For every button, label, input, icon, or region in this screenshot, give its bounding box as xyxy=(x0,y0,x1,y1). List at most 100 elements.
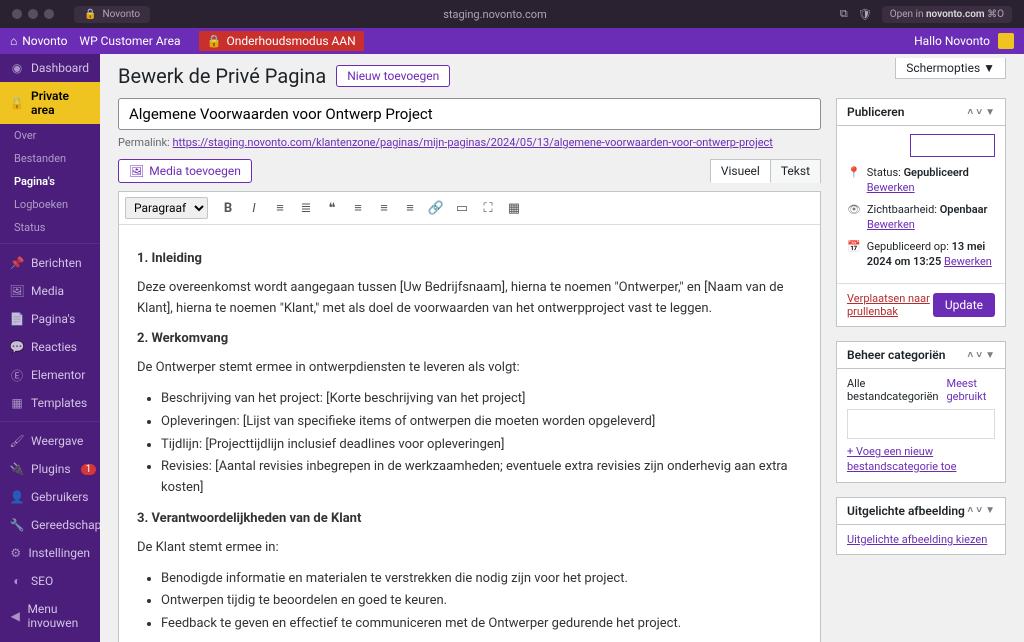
format-select[interactable]: Paragraaf xyxy=(125,197,208,219)
move-up-icon[interactable]: ˄ xyxy=(967,350,973,361)
screen-options-toggle[interactable]: Schermopties ▼ xyxy=(895,58,1006,79)
add-category-link[interactable]: + Voeg een nieuw bestandscategorie toe xyxy=(847,445,995,474)
page-title: Bewerk de Privé Pagina xyxy=(118,64,326,88)
move-down-icon[interactable]: ˅ xyxy=(976,350,982,361)
sidebar-gebruikers[interactable]: 👤Gebruikers xyxy=(0,483,100,511)
traffic-light-max[interactable] xyxy=(44,9,54,19)
sidebar-collapse[interactable]: ◀Menu invouwen xyxy=(0,595,100,637)
edit-status-link[interactable]: Bewerken xyxy=(867,181,915,194)
sidebar-seo[interactable]: ◐SEO xyxy=(0,567,100,595)
publish-search-input[interactable] xyxy=(910,134,995,157)
cat-tab-all[interactable]: Alle bestandcategoriën xyxy=(847,377,938,403)
editor-content[interactable]: 1. Inleiding Deze overeenkomst wordt aan… xyxy=(119,225,820,642)
cat-tab-used[interactable]: Meest gebruikt xyxy=(946,377,995,403)
tab-text[interactable]: Tekst xyxy=(770,159,821,183)
admin-bar-customer-area[interactable]: WP Customer Area xyxy=(79,34,180,48)
sidebar-paginas[interactable]: 📄Pagina's xyxy=(0,305,100,333)
edit-visibility-link[interactable]: Bewerken xyxy=(867,218,915,231)
toggle-icon[interactable]: ▼ xyxy=(985,505,995,516)
admin-sidebar: ◉Dashboard 🔒Private area Over Bestanden … xyxy=(0,54,100,642)
lock-icon: 🔒 xyxy=(10,96,24,110)
tools-icon: 🔧 xyxy=(10,518,24,532)
editor-box: Paragraaf B I ≡ ≣ ❝ ≡ ≡ ≡ 🔗 ▭ ⛶ ▦ xyxy=(118,191,821,642)
move-up-icon[interactable]: ˄ xyxy=(967,107,973,118)
collapse-icon: ◀ xyxy=(10,609,20,623)
browser-chrome: 🔒 Novonto staging.novonto.com ⧉ 🛡 Open i… xyxy=(0,0,1024,28)
link-button[interactable]: 🔗 xyxy=(424,196,448,220)
sidebar-berichten[interactable]: 📌Berichten xyxy=(0,249,100,277)
sidebar-sub-over[interactable]: Over xyxy=(0,124,100,147)
traffic-light-close[interactable] xyxy=(12,9,22,19)
edit-date-link[interactable]: Bewerken xyxy=(944,255,992,268)
settings-icon: ⚙ xyxy=(10,546,22,560)
greeting[interactable]: Hallo Novonto xyxy=(914,34,990,48)
number-list-button[interactable]: ≣ xyxy=(294,196,318,220)
sidebar-gereedschap[interactable]: 🔧Gereedschap xyxy=(0,511,100,539)
align-center-button[interactable]: ≡ xyxy=(372,196,396,220)
users-icon: 👤 xyxy=(10,490,24,504)
featured-image-box: Uitgelichte afbeelding ˄ ˅ ▼ Uitgelichte… xyxy=(836,497,1006,555)
category-list[interactable] xyxy=(847,409,995,439)
content-area: Schermopties ▼ Bewerk de Privé Pagina Ni… xyxy=(100,54,1024,642)
sidebar-plugins[interactable]: 🔌Plugins1 xyxy=(0,455,100,483)
sidebar-private-area[interactable]: 🔒Private area xyxy=(0,82,100,124)
categories-title: Beheer categoriën xyxy=(847,348,945,362)
align-left-button[interactable]: ≡ xyxy=(346,196,370,220)
italic-button[interactable]: I xyxy=(242,196,266,220)
move-down-icon[interactable]: ˅ xyxy=(976,107,982,118)
admin-bar-site[interactable]: ⌂ Novonto xyxy=(10,34,67,48)
post-title-input[interactable] xyxy=(118,98,821,130)
appearance-icon: 🖌 xyxy=(10,434,24,448)
sidebar-templates[interactable]: ▦Templates xyxy=(0,389,100,417)
sidebar-elementor[interactable]: ⒺElementor xyxy=(0,361,100,389)
open-in-app[interactable]: Open in novonto.com ⌘O xyxy=(882,6,1012,23)
align-right-button[interactable]: ≡ xyxy=(398,196,422,220)
move-down-icon[interactable]: ˅ xyxy=(976,505,982,516)
editor-toolbar: Paragraaf B I ≡ ≣ ❝ ≡ ≡ ≡ 🔗 ▭ ⛶ ▦ xyxy=(119,192,820,225)
add-media-button[interactable]: 🖼 Media toevoegen xyxy=(118,159,252,183)
traffic-light-min[interactable] xyxy=(28,9,38,19)
toolbar-toggle-button[interactable]: ▦ xyxy=(502,196,526,220)
page-icon: 📄 xyxy=(10,312,24,326)
extension-icon[interactable]: ⧉ xyxy=(840,7,848,21)
lock-icon: 🔒 xyxy=(207,34,222,48)
more-button[interactable]: ▭ xyxy=(450,196,474,220)
bullet-list-button[interactable]: ≡ xyxy=(268,196,292,220)
sidebar-instellingen[interactable]: ⚙Instellingen xyxy=(0,539,100,567)
tab-visual[interactable]: Visueel xyxy=(710,159,771,183)
update-button[interactable]: Update xyxy=(933,293,995,317)
sidebar-sub-logboeken[interactable]: Logboeken xyxy=(0,193,100,216)
sidebar-weergave[interactable]: 🖌Weergave xyxy=(0,427,100,455)
move-up-icon[interactable]: ˄ xyxy=(967,505,973,516)
media-icon: 🖼 xyxy=(129,164,144,178)
permalink-row: Permalink: https://staging.novonto.com/k… xyxy=(118,136,821,149)
sidebar-reacties[interactable]: 💬Reacties xyxy=(0,333,100,361)
quote-button[interactable]: ❝ xyxy=(320,196,344,220)
avatar[interactable] xyxy=(998,33,1014,49)
sidebar-sub-status[interactable]: Status xyxy=(0,216,100,239)
sidebar-sub-paginas[interactable]: Pagina's xyxy=(0,170,100,193)
move-to-trash-link[interactable]: Verplaatsen naar prullenbak xyxy=(847,292,933,318)
media-icon: 🖼 xyxy=(10,284,24,298)
toggle-icon[interactable]: ▼ xyxy=(985,350,995,361)
featured-title: Uitgelichte afbeelding xyxy=(847,504,965,518)
fullscreen-button[interactable]: ⛶ xyxy=(476,196,500,220)
site-label: Novonto xyxy=(102,9,140,20)
elementor-icon: Ⓔ xyxy=(10,368,24,382)
shield-icon[interactable]: 🛡 xyxy=(858,8,872,21)
plugin-count-badge: 1 xyxy=(81,464,97,475)
publish-box: Publiceren ˄ ˅ ▼ 📍Status: Gepubliceerd B… xyxy=(836,98,1006,327)
sidebar-media[interactable]: 🖼Media xyxy=(0,277,100,305)
bold-button[interactable]: B xyxy=(216,196,240,220)
sidebar-sub-bestanden[interactable]: Bestanden xyxy=(0,147,100,170)
publish-title: Publiceren xyxy=(847,105,904,119)
sidebar-dashboard[interactable]: ◉Dashboard xyxy=(0,54,100,82)
choose-featured-image-link[interactable]: Uitgelichte afbeelding kiezen xyxy=(847,533,987,546)
new-page-button[interactable]: Nieuw toevoegen xyxy=(336,65,450,87)
plugin-icon: 🔌 xyxy=(10,462,24,476)
calendar-icon: 📅 xyxy=(847,239,861,254)
permalink-link[interactable]: https://staging.novonto.com/klantenzone/… xyxy=(172,136,772,149)
toggle-icon[interactable]: ▼ xyxy=(985,107,995,118)
visibility-icon: 👁 xyxy=(847,202,861,217)
maintenance-mode-badge[interactable]: 🔒 Onderhoudsmodus AAN xyxy=(199,31,364,51)
